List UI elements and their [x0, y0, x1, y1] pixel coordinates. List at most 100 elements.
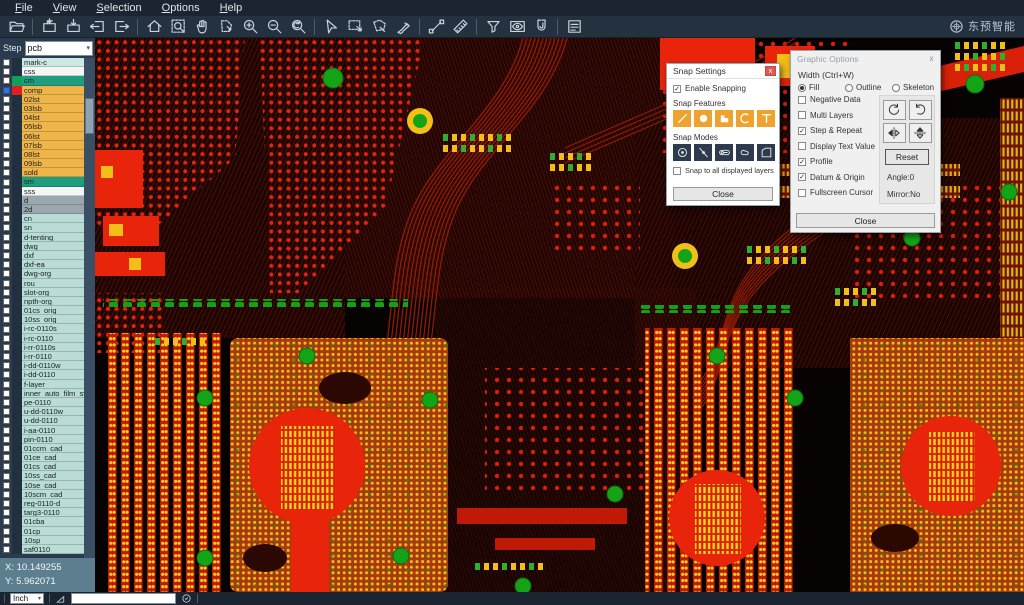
layer-visibility-checkbox[interactable]	[0, 426, 12, 435]
radio-outline[interactable]: Outline	[845, 83, 892, 92]
layer-list-scrollbar[interactable]	[84, 58, 95, 558]
layer-visibility-checkbox[interactable]	[0, 444, 12, 453]
layer-visibility-checkbox[interactable]	[0, 58, 12, 67]
snap-slot-icon[interactable]	[715, 144, 733, 161]
layer-row-05lsb[interactable]: 05lsb	[0, 122, 84, 131]
layer-row-04lst[interactable]: 04lst	[0, 113, 84, 122]
layer-row-01cs_cad[interactable]: 01cs_cad	[0, 462, 84, 471]
mirror-h-icon[interactable]	[883, 123, 906, 143]
layer-visibility-checkbox[interactable]	[0, 177, 12, 186]
layer-visibility-checkbox[interactable]	[0, 76, 12, 85]
layer-row-targ3-0110[interactable]: targ3-0110	[0, 508, 84, 517]
zoom-out-icon[interactable]	[262, 17, 286, 37]
layer-visibility-checkbox[interactable]	[0, 95, 12, 104]
layer-row-02lst[interactable]: 02lst	[0, 95, 84, 104]
layer-row-inner_auto_film_symb[interactable]: inner_auto_film_symb	[0, 389, 84, 398]
layer-visibility-checkbox[interactable]	[0, 251, 12, 260]
layer-row-09lsb[interactable]: 09lsb	[0, 159, 84, 168]
mirror-v-icon[interactable]	[909, 123, 932, 143]
layer-row-slot-org[interactable]: slot-org	[0, 288, 84, 297]
snap-oval-icon[interactable]	[736, 144, 754, 161]
radio-skeleton[interactable]: Skeleton	[892, 83, 939, 92]
select-lasso-icon[interactable]	[214, 17, 238, 37]
reset-button[interactable]: Reset	[885, 149, 929, 165]
layer-row-npth-org[interactable]: npth-org	[0, 297, 84, 306]
layer-visibility-checkbox[interactable]	[0, 343, 12, 352]
layer-visibility-checkbox[interactable]	[0, 159, 12, 168]
layer-row-rou[interactable]: rou	[0, 279, 84, 288]
save-page-icon[interactable]	[37, 17, 61, 37]
layer-row-01cba[interactable]: 01cba	[0, 517, 84, 526]
menu-item-view[interactable]: View	[44, 2, 86, 14]
layer-row-mark-c[interactable]: mark-c	[0, 58, 84, 67]
layer-row-dwg-org[interactable]: dwg-org	[0, 269, 84, 278]
menu-item-selection[interactable]: Selection	[87, 2, 150, 14]
layer-row-01cp[interactable]: 01cp	[0, 527, 84, 536]
radio-fill[interactable]: Fill	[798, 83, 845, 92]
layer-visibility-checkbox[interactable]	[0, 352, 12, 361]
snap-text-icon[interactable]	[757, 110, 775, 127]
enable-snapping-checkbox[interactable]: ✓ Enable Snapping	[673, 84, 779, 93]
layer-row-d[interactable]: d	[0, 196, 84, 205]
brush-icon[interactable]	[391, 17, 415, 37]
layer-visibility-checkbox[interactable]	[0, 471, 12, 480]
layer-row-01cs_orig[interactable]: 01cs_orig	[0, 306, 84, 315]
zoom-in-icon[interactable]	[238, 17, 262, 37]
checkbox-multi-layers[interactable]: Multi Layers	[798, 111, 879, 120]
snap-magnet-icon[interactable]	[529, 17, 553, 37]
layer-visibility-checkbox[interactable]	[0, 508, 12, 517]
layer-visibility-checkbox[interactable]	[0, 315, 12, 324]
layer-visibility-checkbox[interactable]	[0, 214, 12, 223]
layer-visibility-checkbox[interactable]	[0, 334, 12, 343]
step-combobox[interactable]: pcb ▾	[25, 41, 93, 56]
layer-row-08lst[interactable]: 08lst	[0, 150, 84, 159]
layer-row-pe-0110[interactable]: pe-0110	[0, 398, 84, 407]
eye-icon[interactable]	[505, 17, 529, 37]
import-left-icon[interactable]	[85, 17, 109, 37]
layer-row-i-rc-0110s[interactable]: i-rc-0110s	[0, 324, 84, 333]
snap-all-layers-checkbox[interactable]: Snap to all displayed layers	[673, 166, 779, 175]
layer-row-f-layer[interactable]: f-layer	[0, 380, 84, 389]
menu-item-help[interactable]: Help	[211, 2, 252, 14]
layer-visibility-checkbox[interactable]	[0, 536, 12, 545]
measure-line-icon[interactable]	[424, 17, 448, 37]
layer-visibility-checkbox[interactable]	[0, 490, 12, 499]
layer-row-i-aa-0110[interactable]: i-aa-0110	[0, 426, 84, 435]
snap-settings-titlebar[interactable]: Snap Settings x	[667, 64, 779, 79]
layer-row-comp[interactable]: comp	[0, 86, 84, 95]
close-icon[interactable]: x	[765, 66, 776, 76]
filter-icon[interactable]	[481, 17, 505, 37]
command-input[interactable]	[71, 593, 176, 604]
zoom-window-icon[interactable]	[166, 17, 190, 37]
layer-row-cn[interactable]: cn	[0, 214, 84, 223]
layer-row-10sp[interactable]: 10sp	[0, 536, 84, 545]
layer-visibility-checkbox[interactable]	[0, 288, 12, 297]
layer-row-10ss_orig[interactable]: 10ss_orig	[0, 315, 84, 324]
layer-visibility-checkbox[interactable]	[0, 453, 12, 462]
layer-visibility-checkbox[interactable]	[0, 196, 12, 205]
checkbox-profile[interactable]: ✓Profile	[798, 157, 879, 166]
menu-item-options[interactable]: Options	[153, 2, 209, 14]
layer-row-03lsb[interactable]: 03lsb	[0, 104, 84, 113]
snap-arc-icon[interactable]	[736, 110, 754, 127]
layer-row-pin-0110[interactable]: pin-0110	[0, 435, 84, 444]
layer-visibility-checkbox[interactable]	[0, 223, 12, 232]
pointer-icon[interactable]	[319, 17, 343, 37]
snap-corner-icon[interactable]	[757, 144, 775, 161]
layer-visibility-checkbox[interactable]	[0, 86, 12, 95]
layer-visibility-checkbox[interactable]	[0, 242, 12, 251]
layer-row-u-dd-0110[interactable]: u-dd-0110	[0, 416, 84, 425]
layer-visibility-checkbox[interactable]	[0, 269, 12, 278]
layer-row-i-dd-0110w[interactable]: i-dd-0110w	[0, 361, 84, 370]
layer-visibility-checkbox[interactable]	[0, 233, 12, 242]
checkbox-negative-data[interactable]: Negative Data	[798, 95, 879, 104]
rotate-ccw-icon[interactable]	[909, 100, 932, 120]
layer-visibility-checkbox[interactable]	[0, 306, 12, 315]
snap-center-icon[interactable]	[673, 144, 691, 161]
checkbox-datum-origin[interactable]: ✓Datum & Origin	[798, 173, 879, 182]
layer-row-07lsb[interactable]: 07lsb	[0, 141, 84, 150]
layer-visibility-checkbox[interactable]	[0, 361, 12, 370]
pan-hand-icon[interactable]	[190, 17, 214, 37]
layer-row-sold[interactable]: sold	[0, 168, 84, 177]
layer-visibility-checkbox[interactable]	[0, 370, 12, 379]
